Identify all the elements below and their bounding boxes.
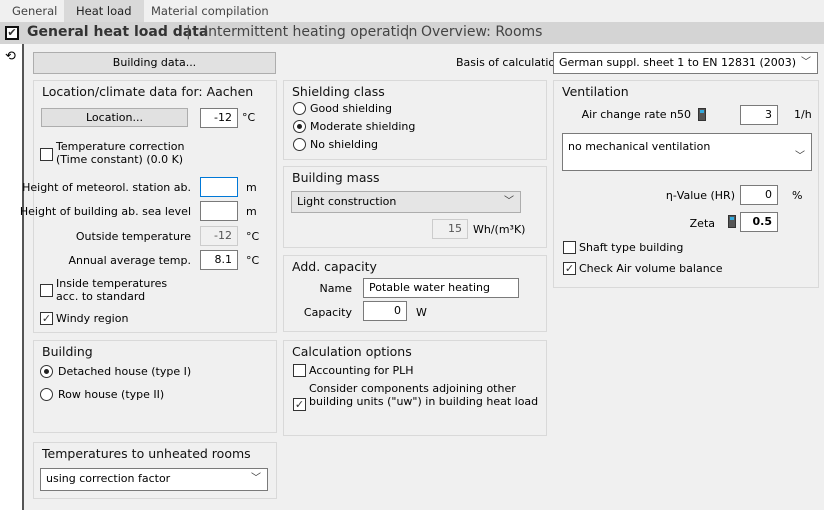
- balance-checkbox[interactable]: ✓: [563, 262, 576, 275]
- calculator-icon[interactable]: [698, 108, 706, 121]
- zeta-label: Zeta: [689, 217, 715, 230]
- outside-temp-label: Outside temperature: [75, 230, 191, 243]
- uw-checkbox[interactable]: ✓: [293, 398, 306, 411]
- building-height-input[interactable]: [200, 201, 238, 221]
- tab-general[interactable]: General: [0, 0, 69, 22]
- subnav-bar: ✔ General heat load data | Intermittent …: [0, 22, 824, 44]
- temp-correction-label: Temperature correction (Time constant) (0…: [56, 140, 185, 166]
- side-strip: ⟲: [0, 44, 24, 510]
- ventilation-title: Ventilation: [562, 84, 629, 99]
- unheated-value: using correction factor: [46, 472, 171, 485]
- detached-label: Detached house (type I): [58, 365, 192, 378]
- ventilation-mode-select[interactable]: no mechanical ventilation ﹀: [562, 133, 812, 171]
- unit: %: [792, 189, 803, 202]
- unit: m: [246, 181, 257, 194]
- inside-temps-checkbox[interactable]: [40, 284, 53, 297]
- shielding-title: Shielding class: [292, 84, 385, 99]
- location-panel: Location/climate data for: Aachen Locati…: [20, 80, 277, 333]
- subnav-overview-rooms[interactable]: Overview: Rooms: [421, 24, 542, 40]
- zeta-input[interactable]: 0.5: [740, 212, 778, 232]
- row-house-radio[interactable]: [40, 388, 53, 401]
- tab-heat-load[interactable]: Heat load: [64, 0, 144, 22]
- refresh-icon[interactable]: ⟲: [5, 49, 16, 64]
- building-mass-select[interactable]: Light construction ﹀: [291, 191, 521, 213]
- shielding-panel: Shielding class Good shielding Moderate …: [283, 80, 547, 160]
- shaft-label: Shaft type building: [579, 241, 684, 254]
- unit: Wh/(m³K): [473, 223, 526, 236]
- add-capacity-panel: Add. capacity Name Potable water heating…: [283, 255, 547, 332]
- calculator-icon[interactable]: [728, 215, 736, 228]
- annual-temp-label: Annual average temp.: [68, 254, 191, 267]
- n50-label: Air change rate n50: [581, 108, 691, 121]
- windy-checkbox[interactable]: ✓: [40, 312, 53, 325]
- unit: °C: [246, 254, 260, 267]
- good-shielding-label: Good shielding: [310, 102, 393, 115]
- station-height-input[interactable]: [200, 177, 238, 197]
- inside-temps-label: Inside temperatures acc. to standard: [56, 277, 168, 303]
- name-label: Name: [319, 282, 352, 295]
- ventilation-panel: Ventilation Air change rate n50 3 1/h no…: [553, 80, 819, 288]
- unit: °C: [246, 230, 260, 243]
- chevron-down-icon: ﹀: [795, 151, 805, 162]
- subnav-checkbox[interactable]: ✔: [5, 26, 19, 40]
- location-title: Location/climate data for: Aachen: [42, 84, 254, 99]
- mass-value-input: 15: [432, 219, 468, 239]
- basis-label: Basis of calculation: [456, 56, 563, 69]
- eta-input[interactable]: 0: [740, 185, 778, 205]
- n50-input[interactable]: 3: [740, 105, 778, 125]
- station-height-label: Height of meteorol. station ab.: [22, 181, 191, 194]
- capacity-label: Capacity: [303, 306, 352, 319]
- add-capacity-title: Add. capacity: [292, 259, 377, 274]
- subnav-general-heat-load-data[interactable]: General heat load data: [27, 24, 208, 40]
- windy-label: Windy region: [56, 312, 129, 325]
- unheated-panel: Temperatures to unheated rooms using cor…: [33, 442, 277, 499]
- row-house-label: Row house (type II): [58, 388, 165, 401]
- chevron-down-icon: ﹀: [251, 473, 261, 484]
- no-shielding-label: No shielding: [310, 138, 379, 151]
- building-mass-value: Light construction: [297, 195, 397, 208]
- eta-label: η-Value (HR): [665, 189, 735, 202]
- building-title: Building: [42, 344, 93, 359]
- uw-label: Consider components adjoining other build…: [309, 382, 539, 408]
- tab-bar: General Heat load Material compilation: [0, 0, 824, 22]
- moderate-shielding-label: Moderate shielding: [310, 120, 416, 133]
- unheated-select[interactable]: using correction factor ﹀: [40, 468, 268, 491]
- basis-value: German suppl. sheet 1 to EN 12831 (2003): [559, 56, 797, 69]
- tab-material-compilation[interactable]: Material compilation: [139, 0, 281, 22]
- capacity-name-input[interactable]: Potable water heating: [363, 278, 519, 298]
- detached-radio[interactable]: [40, 365, 53, 378]
- no-shielding-radio[interactable]: [293, 138, 306, 151]
- building-height-label: Height of building ab. sea level: [19, 205, 191, 218]
- outside-temp-input: -12: [200, 226, 238, 246]
- good-shielding-radio[interactable]: [293, 102, 306, 115]
- building-mass-title: Building mass: [292, 170, 380, 185]
- balance-label: Check Air volume balance: [579, 262, 723, 275]
- location-button[interactable]: Location...: [41, 108, 188, 127]
- annual-temp-input[interactable]: 8.1: [200, 250, 238, 270]
- building-mass-panel: Building mass Light construction ﹀ 15 Wh/…: [283, 166, 547, 248]
- shaft-checkbox[interactable]: [563, 241, 576, 254]
- building-panel: Building Detached house (type I) Row hou…: [33, 340, 277, 433]
- moderate-shielding-radio[interactable]: [293, 120, 306, 133]
- unit: W: [416, 306, 427, 319]
- unit: m: [246, 205, 257, 218]
- calc-options-title: Calculation options: [292, 344, 412, 359]
- calc-options-panel: Calculation options Accounting for PLH ✓…: [283, 340, 547, 436]
- chevron-down-icon: ﹀: [504, 196, 514, 207]
- unit: °C: [242, 111, 256, 124]
- ventilation-mode-value: no mechanical ventilation: [568, 140, 711, 153]
- design-temp-input[interactable]: -12: [200, 108, 238, 128]
- unheated-title: Temperatures to unheated rooms: [42, 446, 251, 461]
- separator: |: [186, 24, 191, 40]
- subnav-intermittent-heating[interactable]: Intermittent heating operation: [204, 24, 417, 40]
- separator: |: [405, 24, 410, 40]
- plh-checkbox[interactable]: [293, 364, 306, 377]
- temp-correction-checkbox[interactable]: [40, 148, 53, 161]
- capacity-input[interactable]: 0: [363, 301, 407, 321]
- basis-select[interactable]: German suppl. sheet 1 to EN 12831 (2003)…: [553, 52, 818, 74]
- plh-label: Accounting for PLH: [309, 364, 414, 377]
- unit: 1/h: [794, 108, 812, 121]
- chevron-down-icon: ﹀: [801, 57, 811, 68]
- building-data-button[interactable]: Building data...: [33, 52, 276, 74]
